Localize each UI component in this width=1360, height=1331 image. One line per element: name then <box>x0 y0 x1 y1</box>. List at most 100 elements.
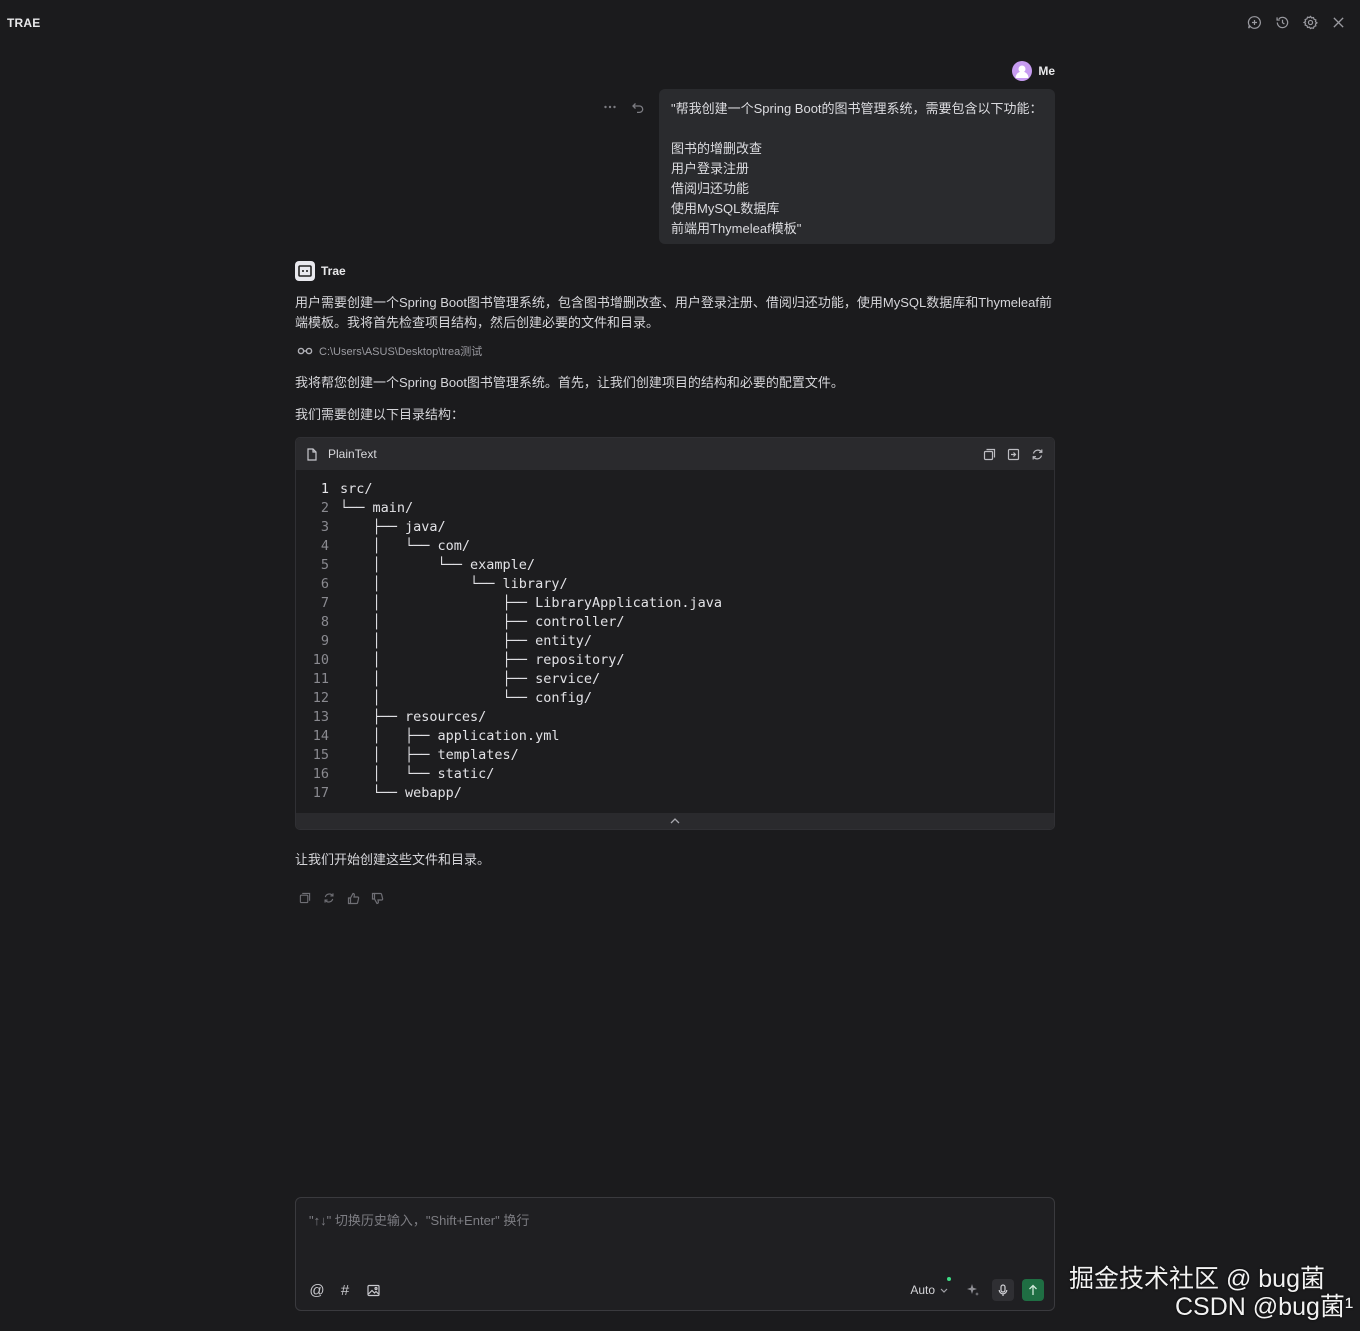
mode-selector[interactable]: Auto <box>910 1277 951 1297</box>
send-button[interactable] <box>1022 1279 1044 1301</box>
assistant-paragraph: 让我们开始创建这些文件和目录。 <box>295 852 491 867</box>
user-message-line: 用户登录注册 <box>671 161 750 176</box>
line-number: 6 <box>320 576 329 592</box>
code-text: │ ├── controller/ <box>340 614 625 630</box>
user-message-line: 图书的增删改查 <box>671 141 763 156</box>
assistant-paragraph: 我将帮您创建一个Spring Boot图书管理系统。首先，让我们创建项目的结构和… <box>295 375 844 390</box>
code-line: 3 ├── java/ <box>296 518 1054 537</box>
code-text: └── main/ <box>340 500 414 516</box>
glasses-icon <box>297 346 313 356</box>
code-language-label: PlainText <box>328 447 377 461</box>
top-bar-actions <box>1246 14 1346 30</box>
line-number: 9 <box>320 633 329 649</box>
code-line: 6 │ └── library/ <box>296 575 1054 594</box>
apply-icon[interactable] <box>1030 447 1044 461</box>
watermark-line: 掘金技术社区 @ bug菌 <box>1069 1265 1325 1293</box>
thumbs-down-icon[interactable] <box>370 891 384 905</box>
code-text: │ ├── service/ <box>340 671 601 687</box>
top-bar: TRAE <box>0 0 1360 46</box>
user-message-line: 使用MySQL数据库 <box>671 201 780 216</box>
code-text: │ ├── templates/ <box>340 747 519 763</box>
mention-icon[interactable]: @ <box>309 1282 325 1299</box>
assistant-header: Trae <box>295 261 346 281</box>
code-line: 1 src/ <box>296 480 1054 499</box>
watermark-line: CSDN @bug菌¹ <box>1175 1293 1354 1321</box>
microphone-icon[interactable] <box>992 1279 1014 1301</box>
user-message-line: 前端用Thymeleaf模板" <box>671 221 802 236</box>
user-name: Me <box>1038 64 1055 78</box>
file-icon <box>306 447 318 461</box>
code-line: 9 │ ├── entity/ <box>296 632 1054 651</box>
file-path-reference[interactable]: C:\Users\ASUS\Desktop\trea测试 <box>297 343 482 359</box>
feedback-actions <box>298 891 384 905</box>
close-icon[interactable] <box>1330 14 1346 30</box>
code-line: 2 └── main/ <box>296 499 1054 518</box>
code-text: └── webapp/ <box>340 785 462 801</box>
code-line: 15 │ ├── templates/ <box>296 746 1054 765</box>
code-text: │ └── com/ <box>340 538 471 554</box>
chat-input-placeholder[interactable]: "↑↓" 切换历史输入，"Shift+Enter" 换行 <box>309 1210 529 1229</box>
thumbs-up-icon[interactable] <box>346 891 360 905</box>
history-icon[interactable] <box>1274 14 1290 30</box>
code-block-header: PlainText <box>296 438 1054 470</box>
code-text: │ └── example/ <box>340 557 536 573</box>
code-body: 1 src/2 └── main/3 ├── java/4 │ └── com/5 … <box>296 470 1054 803</box>
line-number: 2 <box>320 500 329 516</box>
code-block: PlainText 1 src/2 └── main/3 ├── java/4 │ … <box>295 437 1055 830</box>
collapse-code-button[interactable] <box>296 813 1054 829</box>
copy-message-icon[interactable] <box>298 891 312 905</box>
input-tools-left: @ # <box>309 1282 381 1299</box>
code-text: ├── java/ <box>340 519 446 535</box>
insert-icon[interactable] <box>1006 447 1020 461</box>
undo-icon[interactable] <box>630 99 646 115</box>
copy-icon[interactable] <box>982 447 996 461</box>
code-line: 11 │ ├── service/ <box>296 670 1054 689</box>
code-line: 7 │ ├── LibraryApplication.java <box>296 594 1054 613</box>
line-number: 13 <box>312 709 329 725</box>
code-text: │ └── library/ <box>340 576 568 592</box>
user-avatar <box>1012 61 1033 81</box>
code-line: 14 │ ├── application.yml <box>296 727 1054 746</box>
code-line: 13 ├── resources/ <box>296 708 1054 727</box>
input-tools-right: Auto <box>910 1277 1044 1301</box>
code-line: 5 │ └── example/ <box>296 556 1054 575</box>
user-message-header: Me <box>1012 61 1055 81</box>
line-number: 1 <box>320 481 329 497</box>
sparkle-icon[interactable] <box>962 1279 984 1301</box>
more-options-icon[interactable] <box>602 99 618 115</box>
user-message-blank-line <box>671 119 1043 139</box>
line-number: 10 <box>312 652 329 668</box>
code-line: 12 │ └── config/ <box>296 689 1054 708</box>
assistant-paragraph: 我们需要创建以下目录结构： <box>295 407 465 422</box>
line-number: 12 <box>312 690 329 706</box>
line-number: 15 <box>312 747 329 763</box>
image-icon[interactable] <box>365 1282 381 1298</box>
code-line: 16 │ └── static/ <box>296 765 1054 784</box>
line-number: 4 <box>320 538 329 554</box>
regenerate-icon[interactable] <box>322 891 336 905</box>
user-message-line: 借阅归还功能 <box>671 181 750 196</box>
code-text: │ ├── LibraryApplication.java <box>340 595 723 611</box>
line-number: 5 <box>320 557 329 573</box>
code-text: │ ├── application.yml <box>340 728 560 744</box>
user-message-bubble: "帮我创建一个Spring Boot的图书管理系统，需要包含以下功能： 图书的增… <box>659 89 1055 244</box>
settings-icon[interactable] <box>1302 14 1318 30</box>
status-dot <box>947 1277 951 1281</box>
assistant-paragraph: 用户需要创建一个Spring Boot图书管理系统，包含图书增删改查、用户登录注… <box>295 295 1052 330</box>
code-line: 10 │ ├── repository/ <box>296 651 1054 670</box>
line-number: 3 <box>320 519 329 535</box>
code-line: 17 └── webapp/ <box>296 784 1054 803</box>
code-block-actions <box>982 447 1044 461</box>
line-number: 8 <box>320 614 329 630</box>
new-chat-icon[interactable] <box>1246 14 1262 30</box>
code-line: 8 │ ├── controller/ <box>296 613 1054 632</box>
hash-icon[interactable]: # <box>337 1282 353 1299</box>
chevron-down-icon <box>940 1288 948 1293</box>
line-number: 7 <box>320 595 329 611</box>
file-path-text: C:\Users\ASUS\Desktop\trea测试 <box>319 346 483 358</box>
line-number: 17 <box>312 785 329 801</box>
chat-input-box[interactable]: "↑↓" 切换历史输入，"Shift+Enter" 换行 @ # Auto <box>295 1197 1055 1311</box>
code-text: ├── resources/ <box>340 709 487 725</box>
line-number: 16 <box>312 766 329 782</box>
code-line: 4 │ └── com/ <box>296 537 1054 556</box>
